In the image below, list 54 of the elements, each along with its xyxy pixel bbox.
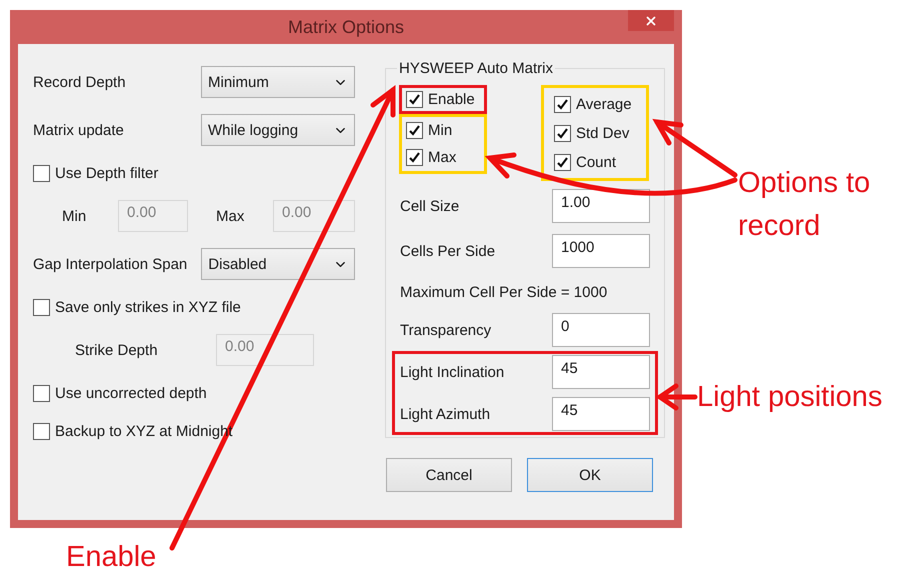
checkbox[interactable]	[33, 298, 50, 316]
checkbox-label: Save only strikes in XYZ file	[55, 298, 241, 316]
checkbox[interactable]	[33, 164, 50, 182]
checkbox-label: Std Dev	[576, 124, 630, 142]
check-icon	[408, 93, 421, 106]
field-label: Light Azimuth	[400, 406, 492, 422]
field-label: Matrix update	[33, 122, 125, 138]
field-label: Cell Size	[400, 198, 460, 214]
checkbox[interactable]	[406, 91, 423, 108]
checkbox[interactable]	[554, 154, 571, 170]
field-label: Min	[62, 208, 88, 224]
checkbox-label: Use Depth filter	[55, 164, 158, 182]
dropdown[interactable]: Minimum	[201, 66, 355, 98]
field-label: Gap Interpolation Span	[33, 256, 188, 272]
checkbox-label: Min	[428, 122, 452, 139]
field-label: Light Inclination	[400, 364, 506, 380]
field-label: Max	[216, 208, 246, 224]
check-icon	[408, 151, 421, 164]
dialog-button[interactable]: Cancel	[386, 458, 512, 492]
checkbox[interactable]	[406, 122, 423, 139]
text-field[interactable]: 45	[552, 397, 650, 431]
checkbox-label: Average	[576, 96, 632, 112]
window-title: Matrix Options	[288, 16, 404, 38]
callout-text: Light positions	[697, 380, 884, 415]
close-button[interactable]	[628, 10, 674, 31]
check-icon	[408, 124, 421, 137]
field-label: Record Depth	[33, 74, 127, 90]
dropdown[interactable]: While logging	[201, 114, 355, 146]
check-icon	[556, 98, 569, 110]
checkbox-label: Max	[428, 149, 456, 166]
checkbox-label: Enable	[428, 91, 475, 108]
check-icon	[556, 156, 569, 168]
field-label: Transparency	[400, 322, 492, 338]
text-field[interactable]: 0	[552, 313, 650, 347]
checkbox-label: Count	[576, 154, 616, 170]
field-label: Cells Per Side	[400, 242, 496, 260]
checkbox[interactable]	[33, 422, 50, 440]
text-field[interactable]: 45	[552, 355, 650, 389]
check-icon	[556, 126, 569, 140]
checkbox[interactable]	[33, 384, 50, 402]
checkbox[interactable]	[554, 124, 571, 142]
close-icon	[644, 14, 658, 28]
group-title: HYSWEEP Auto Matrix	[398, 60, 554, 77]
text-field[interactable]: 1000	[552, 234, 650, 268]
callout-text: Options to record	[738, 166, 872, 244]
callout-text: Enable	[66, 540, 158, 571]
checkbox-label: Use uncorrected depth	[55, 384, 207, 402]
info-text: Maximum Cell Per Side = 1000	[399, 284, 608, 301]
dropdown[interactable]: Disabled	[201, 248, 355, 280]
checkbox[interactable]	[554, 96, 571, 112]
field-label: Strike Depth	[75, 342, 159, 358]
dialog-button[interactable]: OK	[527, 458, 653, 492]
checkbox[interactable]	[406, 149, 423, 166]
text-field[interactable]: 1.00	[552, 189, 650, 223]
